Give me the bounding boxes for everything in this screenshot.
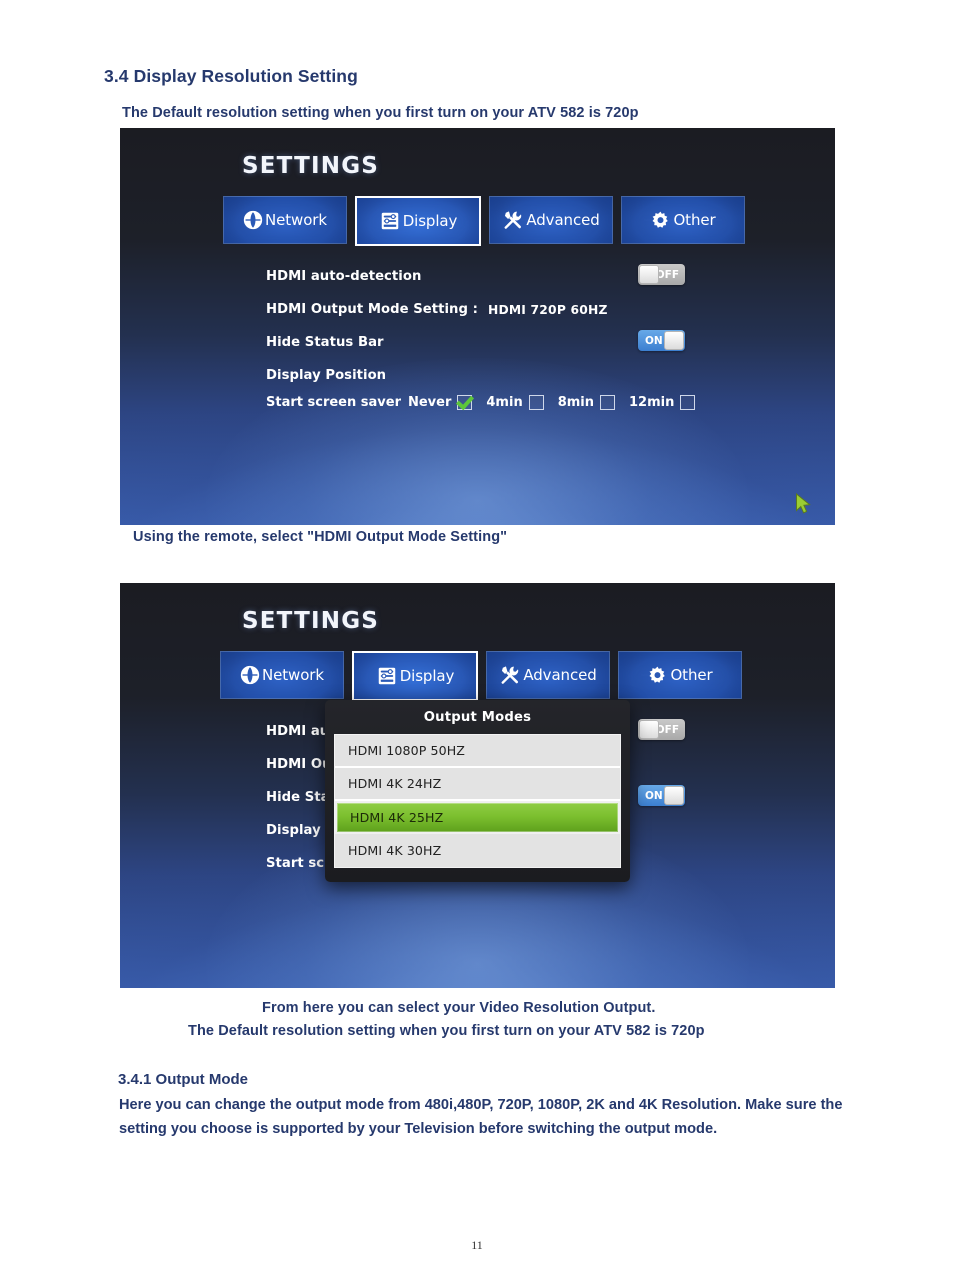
output-modes-dialog: Output Modes HDMI 1080P 50HZ HDMI 4K 24H… bbox=[325, 700, 630, 882]
output-mode-item-label: HDMI 4K 25HZ bbox=[350, 810, 444, 825]
tab-advanced-label: Advanced bbox=[526, 210, 600, 229]
output-mode-item-label: HDMI 4K 24HZ bbox=[348, 776, 442, 791]
output-mode-item-selected[interactable]: HDMI 4K 25HZ bbox=[335, 801, 620, 834]
hdmi-output-mode-value: HDMI 720P 60HZ bbox=[487, 302, 608, 317]
intro-caption: The Default resolution setting when you … bbox=[122, 105, 639, 121]
tab-network-label: Network bbox=[262, 665, 324, 684]
settings-screenshot-display-tab: SETTINGS Network Display Advanced Other … bbox=[120, 128, 835, 525]
output-mode-item-label: HDMI 4K 30HZ bbox=[348, 843, 442, 858]
tab-other[interactable]: Other bbox=[618, 651, 742, 699]
caption-between-screenshots: Using the remote, select "HDMI Output Mo… bbox=[133, 529, 508, 545]
screen-saver-option-8min-label: 8min bbox=[557, 395, 595, 410]
tab-network-label: Network bbox=[265, 210, 327, 229]
settings-tab-row: Network Display Advanced Other bbox=[223, 196, 745, 246]
tab-display[interactable]: Display bbox=[355, 196, 481, 246]
hdmi-auto-detection-toggle-label: OFF bbox=[655, 723, 679, 736]
tab-display-label: Display bbox=[402, 211, 458, 230]
screen-saver-option-4min[interactable]: 4min bbox=[486, 395, 544, 410]
settings-tab-row: Network Display Advanced Other bbox=[220, 651, 742, 701]
tab-display[interactable]: Display bbox=[352, 651, 478, 701]
output-mode-item-label: HDMI 1080P 50HZ bbox=[348, 743, 466, 758]
screen-saver-option-4min-label: 4min bbox=[486, 395, 523, 410]
checkbox-12min[interactable] bbox=[680, 395, 696, 410]
display-settings-list: HDMI auto-detection HDMI Output Mode Set… bbox=[266, 260, 696, 392]
tab-other-label: Other bbox=[673, 210, 716, 229]
caption-below-1: From here you can select your Video Reso… bbox=[262, 1000, 656, 1016]
hide-status-bar-toggle[interactable]: ON bbox=[638, 330, 685, 351]
toggle-knob bbox=[639, 265, 659, 284]
tab-display-label: Display bbox=[399, 666, 455, 685]
output-modes-dialog-title: Output Modes bbox=[423, 710, 532, 725]
tab-advanced-label: Advanced bbox=[523, 665, 597, 684]
tab-network[interactable]: Network bbox=[220, 651, 344, 699]
toggle-knob bbox=[664, 331, 684, 350]
tab-other-label: Other bbox=[670, 665, 713, 684]
output-modes-list: HDMI 1080P 50HZ HDMI 4K 24HZ HDMI 4K 25H… bbox=[334, 734, 621, 868]
gear-icon bbox=[650, 210, 671, 231]
output-mode-item[interactable]: HDMI 4K 30HZ bbox=[335, 834, 620, 867]
setting-row-hdmi-auto-detection[interactable]: HDMI auto-detection bbox=[266, 260, 696, 293]
setting-row-display-position[interactable]: Display Position bbox=[266, 359, 696, 392]
sliders-icon bbox=[376, 665, 398, 687]
hdmi-auto-detection-toggle[interactable]: OFF bbox=[638, 264, 685, 285]
tab-network[interactable]: Network bbox=[223, 196, 347, 244]
page-number: 11 bbox=[471, 1238, 483, 1252]
hide-status-bar-toggle-label: ON bbox=[645, 334, 663, 347]
hdmi-auto-detection-label: HDMI auto-detection bbox=[266, 269, 422, 284]
setting-row-hdmi-output-mode[interactable]: HDMI Output Mode Setting : HDMI 720P 60H… bbox=[266, 293, 696, 326]
display-position-label: Display Position bbox=[266, 368, 387, 383]
screen-saver-option-never-label: Never bbox=[407, 395, 452, 410]
globe-icon bbox=[243, 210, 263, 230]
hide-status-bar-toggle-label: ON bbox=[645, 789, 663, 802]
subsection-heading: 3.4.1 Output Mode bbox=[118, 1071, 249, 1088]
settings-screenshot-output-modes: SETTINGS Network Display Advanced Other … bbox=[120, 583, 835, 988]
tab-advanced[interactable]: Advanced bbox=[489, 196, 613, 244]
hide-status-bar-label: Hide Status Bar bbox=[266, 335, 384, 350]
body-paragraph: Here you can change the output mode from… bbox=[119, 1097, 843, 1137]
screen-saver-option-8min[interactable]: 8min bbox=[557, 395, 616, 410]
screen-saver-option-never[interactable]: Never bbox=[407, 395, 473, 410]
tab-other[interactable]: Other bbox=[621, 196, 745, 244]
hdmi-output-mode-label: HDMI Output Mode Setting : bbox=[266, 302, 478, 317]
tools-icon bbox=[502, 209, 524, 231]
settings-title: SETTINGS bbox=[242, 153, 380, 179]
tab-advanced[interactable]: Advanced bbox=[486, 651, 610, 699]
hdmi-auto-detection-toggle-label: OFF bbox=[655, 268, 679, 281]
hide-status-bar-toggle[interactable]: ON bbox=[638, 785, 685, 806]
checkbox-8min[interactable] bbox=[600, 395, 616, 410]
output-mode-item[interactable]: HDMI 1080P 50HZ bbox=[335, 735, 620, 768]
screen-saver-option-12min[interactable]: 12min bbox=[629, 395, 696, 410]
gear-icon bbox=[647, 665, 668, 686]
hdmi-auto-detection-toggle[interactable]: OFF bbox=[638, 719, 685, 740]
section-heading: 3.4 Display Resolution Setting bbox=[104, 66, 358, 86]
sliders-icon bbox=[379, 210, 401, 232]
toggle-knob bbox=[664, 786, 684, 805]
checkbox-never[interactable] bbox=[457, 395, 473, 410]
settings-title: SETTINGS bbox=[242, 608, 380, 634]
caption-below-2: The Default resolution setting when you … bbox=[188, 1023, 705, 1039]
screen-saver-row: Start screen saver Never 4min 8min 12min bbox=[266, 395, 709, 410]
globe-icon bbox=[240, 665, 260, 685]
checkbox-4min[interactable] bbox=[528, 395, 544, 410]
toggle-knob bbox=[639, 720, 659, 739]
screen-saver-label: Start screen saver bbox=[266, 395, 401, 410]
setting-row-hide-status-bar[interactable]: Hide Status Bar bbox=[266, 326, 696, 359]
output-mode-item[interactable]: HDMI 4K 24HZ bbox=[335, 768, 620, 801]
tools-icon bbox=[499, 664, 521, 686]
screen-saver-option-12min-label: 12min bbox=[629, 395, 675, 410]
